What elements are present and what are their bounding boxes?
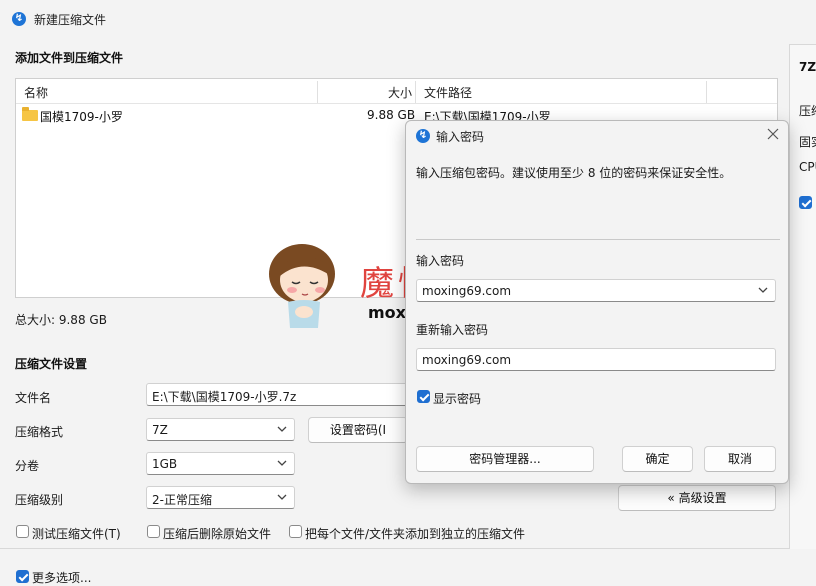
- separate-archives-checkbox[interactable]: [289, 525, 302, 538]
- right-panel-checkbox[interactable]: [799, 196, 812, 209]
- filename-input[interactable]: E:\下载\国模1709-小罗.7z: [146, 383, 408, 406]
- chevron-down-icon: [758, 287, 768, 293]
- test-archive-label: 测试压缩文件(T): [32, 527, 121, 541]
- settings-section-title: 压缩文件设置: [15, 357, 88, 371]
- right-panel-item: CPU: [799, 160, 816, 174]
- split-select[interactable]: 1GB: [146, 452, 295, 475]
- more-options-label: 更多选项...: [32, 571, 92, 585]
- close-button[interactable]: [764, 125, 782, 143]
- chevron-down-icon: [277, 460, 287, 466]
- total-size: 总大小: 9.88 GB: [15, 313, 107, 327]
- delete-source-label: 压缩后删除原始文件: [163, 527, 272, 541]
- format-select[interactable]: 7Z: [146, 418, 295, 441]
- mascot-image: [262, 236, 346, 336]
- column-separator: [415, 81, 416, 103]
- folder-icon: [22, 107, 38, 121]
- level-label: 压缩级别: [15, 493, 64, 507]
- ok-button[interactable]: 确定: [622, 446, 693, 472]
- delete-source-checkbox[interactable]: [147, 525, 160, 538]
- more-options-checkbox[interactable]: [16, 570, 29, 583]
- app-icon: ↯: [12, 12, 26, 26]
- right-options-panel: 7Z 压缩 固实 CPU: [789, 44, 816, 549]
- show-password-checkbox[interactable]: [417, 390, 430, 403]
- right-panel-item: 压缩: [799, 104, 816, 118]
- filename-label: 文件名: [15, 391, 52, 405]
- cancel-button[interactable]: 取消: [704, 446, 776, 472]
- close-icon: [767, 128, 779, 140]
- split-label: 分卷: [15, 459, 40, 473]
- password-manager-button[interactable]: 密码管理器...: [416, 446, 594, 472]
- column-size[interactable]: 大小: [388, 84, 412, 101]
- format-value: 7Z: [152, 423, 168, 437]
- title-bar: [0, 4, 816, 34]
- column-separator: [706, 81, 707, 103]
- file-list-header: 名称 大小 文件路径: [16, 79, 777, 104]
- right-panel-item: 固实: [799, 135, 816, 149]
- split-value: 1GB: [152, 457, 178, 471]
- dialog-separator: [416, 239, 780, 240]
- dialog-app-icon: ↯: [416, 129, 430, 143]
- password-value: moxing69.com: [422, 284, 512, 298]
- confirm-password-label: 重新输入密码: [416, 323, 489, 337]
- confirm-password-input[interactable]: moxing69.com: [416, 348, 776, 371]
- level-select[interactable]: 2-正常压缩: [146, 486, 295, 509]
- row-name: 国模1709-小罗: [40, 110, 123, 124]
- chevron-down-icon: [277, 426, 287, 432]
- window-title: 新建压缩文件: [34, 13, 107, 27]
- column-name[interactable]: 名称: [24, 84, 48, 101]
- show-password-label: 显示密码: [433, 392, 482, 406]
- test-archive-checkbox[interactable]: [16, 525, 29, 538]
- set-password-button[interactable]: 设置密码(I: [308, 417, 408, 443]
- chevron-down-icon: [277, 494, 287, 500]
- column-separator: [317, 81, 318, 103]
- right-panel-format: 7Z: [799, 60, 816, 74]
- password-dialog: ↯ 输入密码 输入压缩包密码。建议使用至少 8 位的密码来保证安全性。 输入密码…: [405, 120, 789, 484]
- format-label: 压缩格式: [15, 425, 64, 439]
- column-path[interactable]: 文件路径: [424, 84, 472, 101]
- password-label: 输入密码: [416, 254, 465, 268]
- dialog-title: 输入密码: [436, 130, 485, 144]
- divider: [0, 548, 816, 549]
- separate-archives-label: 把每个文件/文件夹添加到独立的压缩文件: [305, 527, 526, 541]
- add-files-section-title: 添加文件到压缩文件: [15, 51, 124, 65]
- dialog-message: 输入压缩包密码。建议使用至少 8 位的密码来保证安全性。: [416, 166, 732, 180]
- password-input[interactable]: moxing69.com: [416, 279, 776, 302]
- advanced-settings-button[interactable]: « 高级设置: [618, 485, 776, 511]
- level-value: 2-正常压缩: [152, 493, 212, 507]
